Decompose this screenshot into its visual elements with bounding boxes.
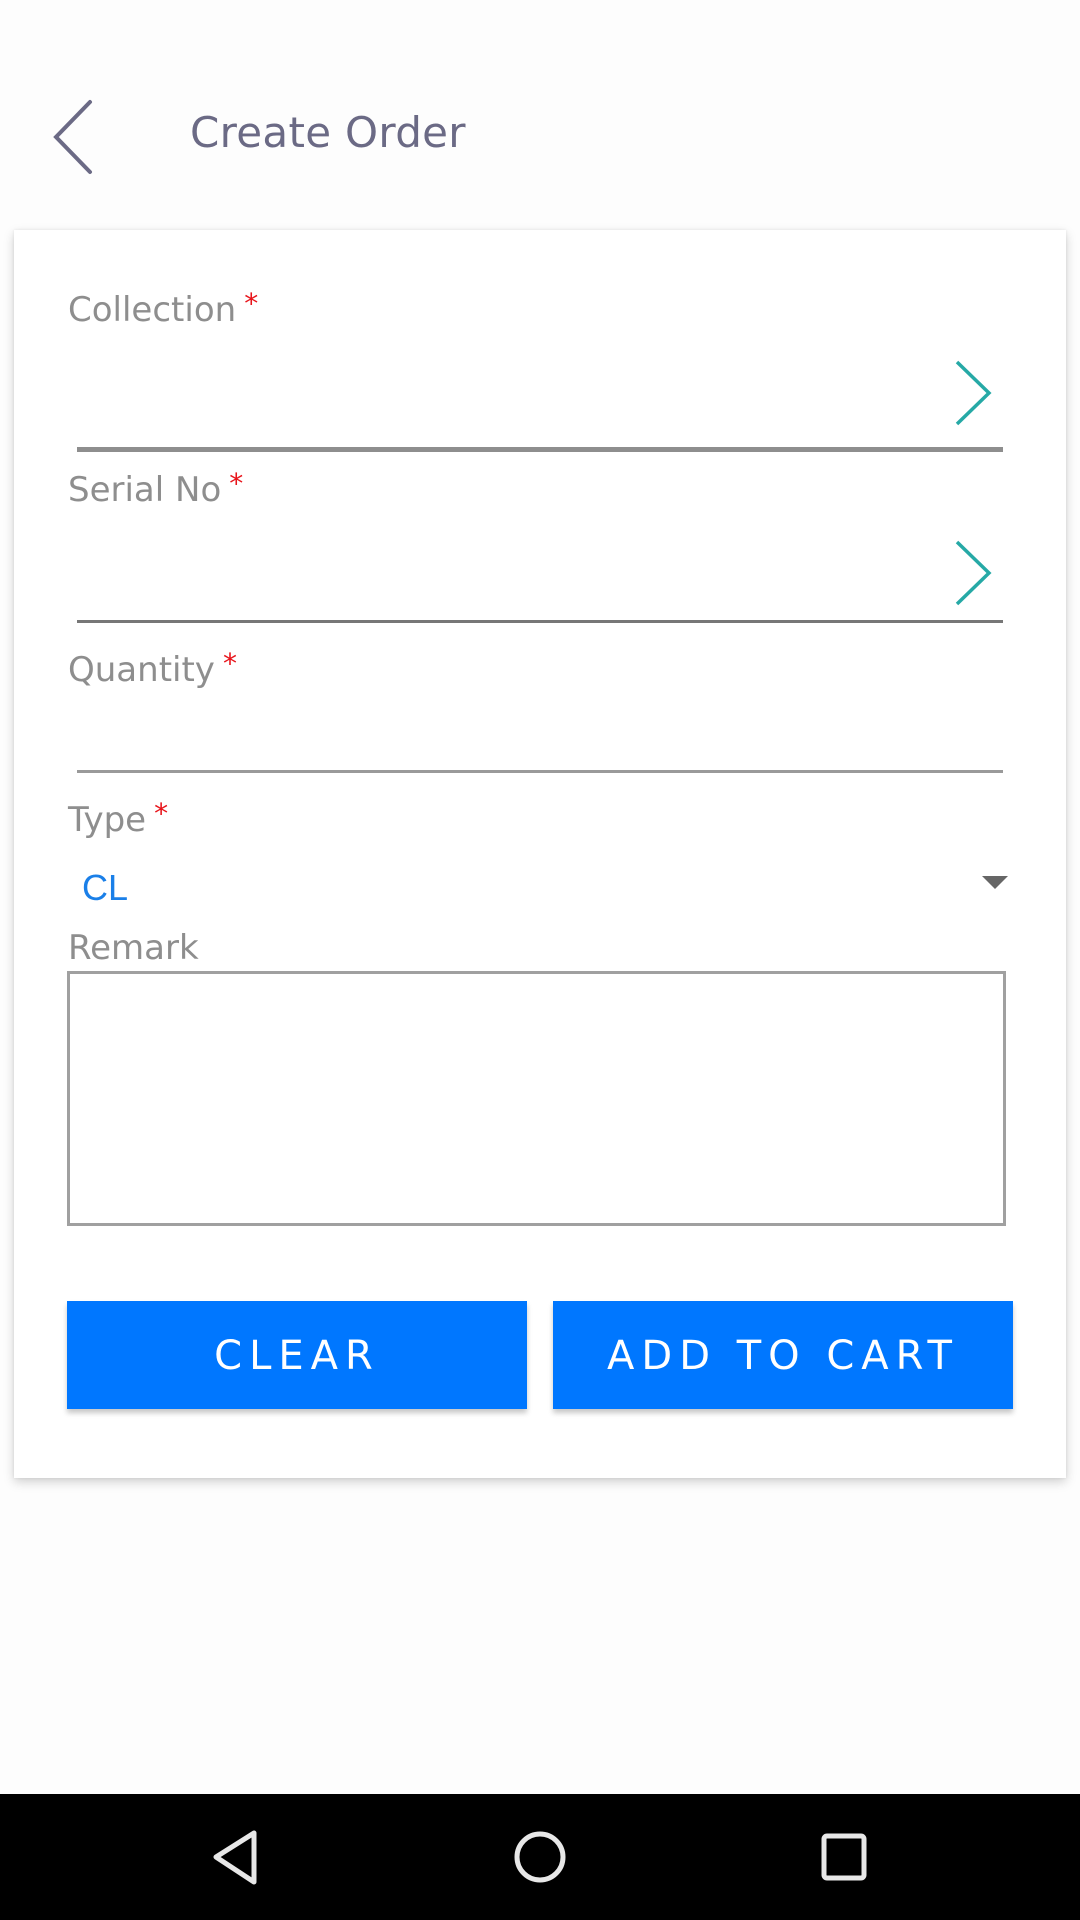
required-asterisk: * [154, 797, 169, 830]
type-label-text: Type [68, 800, 147, 840]
order-form-card: Collection * Serial No * Quantity * Type * C… [14, 230, 1066, 1478]
collection-label-text: Collection [68, 290, 237, 330]
serial-no-label-text: Serial No [68, 470, 222, 510]
collection-label: Collection * [68, 290, 258, 330]
add-to-cart-button[interactable]: ADD TO CART [553, 1301, 1013, 1409]
quantity-label-text: Quantity [68, 650, 215, 690]
page-title: Create Order [190, 108, 466, 157]
required-asterisk: * [229, 467, 244, 500]
type-selected-value: CL [82, 867, 129, 908]
dropdown-arrow-icon[interactable] [982, 876, 1008, 889]
chevron-right-icon[interactable] [953, 358, 993, 428]
chevron-right-icon[interactable] [953, 538, 993, 608]
nav-home-button[interactable] [470, 1794, 610, 1920]
system-navigation-bar [0, 1794, 1080, 1920]
type-select[interactable]: CL [68, 850, 1018, 920]
collection-field[interactable] [77, 350, 1003, 452]
nav-back-icon [213, 1830, 257, 1885]
remark-label: Remark [68, 928, 199, 968]
back-button[interactable] [44, 92, 100, 182]
app-bar: Create Order [0, 0, 1080, 220]
quantity-underline [77, 770, 1003, 773]
type-label: Type * [68, 800, 168, 840]
serial-no-underline [77, 620, 1003, 623]
remark-textarea[interactable] [67, 971, 1006, 1226]
serial-no-field[interactable] [77, 530, 1003, 623]
quantity-input[interactable] [77, 710, 1003, 773]
serial-no-label: Serial No * [68, 470, 243, 510]
nav-back-button[interactable] [165, 1794, 305, 1920]
required-asterisk: * [244, 287, 259, 320]
quantity-label: Quantity * [68, 650, 237, 690]
chevron-left-icon [53, 100, 92, 174]
nav-recents-button[interactable] [774, 1794, 914, 1920]
clear-button[interactable]: CLEAR [67, 1301, 527, 1409]
nav-recents-icon [821, 1833, 867, 1881]
collection-underline [77, 447, 1003, 452]
required-asterisk: * [222, 647, 237, 680]
nav-home-icon [514, 1831, 566, 1883]
